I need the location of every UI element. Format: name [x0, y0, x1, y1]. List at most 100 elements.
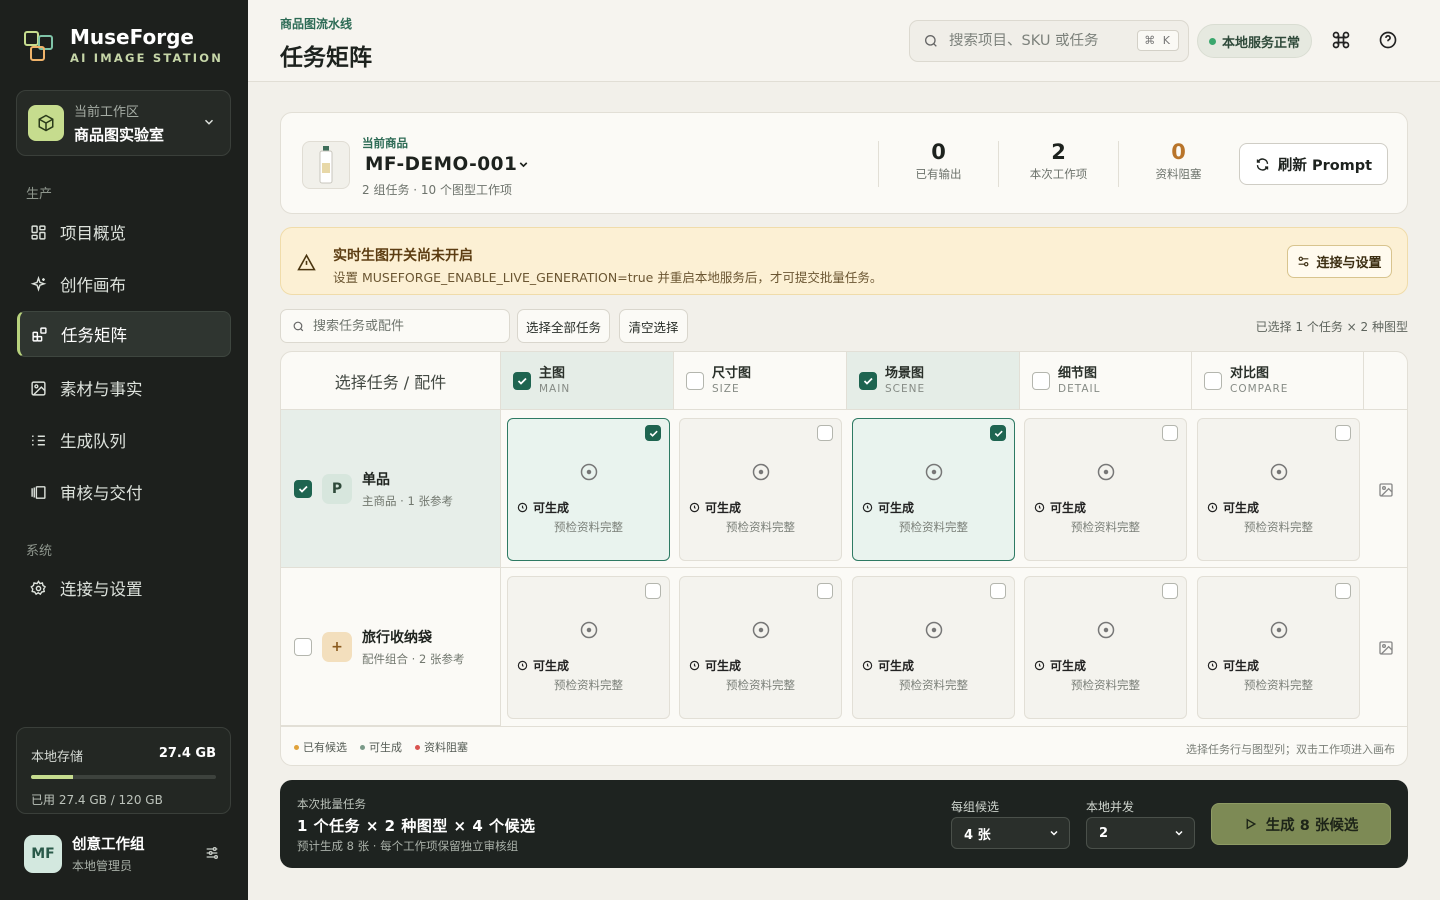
row-travel-bag[interactable]: + 旅行收纳袋 配件组合 · 2 张参考: [281, 568, 501, 726]
selection-summary: 已选择 1 个任务 × 2 种图型: [1255, 320, 1408, 334]
cell-checkbox[interactable]: [1162, 583, 1178, 599]
select-all-button[interactable]: 选择全部任务: [517, 309, 610, 343]
avatar: MF: [24, 834, 62, 873]
cell-checkbox[interactable]: [817, 425, 833, 441]
matrix-cell-scene[interactable]: 可生成 预检资料完整: [852, 418, 1015, 561]
user-profile[interactable]: MF 创意工作组 本地管理员: [24, 833, 145, 874]
target-icon: [925, 621, 943, 639]
user-role: 本地管理员: [72, 859, 133, 873]
cell-status-text: 可生成: [533, 659, 570, 673]
column-checkbox[interactable]: [1204, 371, 1222, 390]
workspace-switcher[interactable]: 当前工作区 商品图实验室: [16, 90, 231, 156]
cell-checkbox[interactable]: [1335, 425, 1351, 441]
storage-progress-fill: [31, 775, 74, 779]
nav-item-assets[interactable]: 素材与事实: [17, 365, 231, 411]
image-icon[interactable]: [1378, 482, 1394, 498]
column-checkbox[interactable]: [686, 371, 704, 390]
matrix-cell-detail[interactable]: 可生成 预检资料完整: [1024, 576, 1187, 719]
cell-checkbox[interactable]: [1162, 425, 1178, 441]
task-search-input[interactable]: [313, 318, 503, 334]
global-search[interactable]: ⌘ K: [909, 20, 1189, 62]
matrix-cell-main[interactable]: 可生成 预检资料完整: [507, 576, 670, 719]
nav-item-canvas[interactable]: 创作画布: [17, 261, 231, 307]
breadcrumb[interactable]: 商品图流水线: [280, 15, 352, 32]
nav-label: 任务矩阵: [61, 326, 127, 345]
column-subtitle: MAIN: [539, 383, 571, 395]
row-meta: 主商品 · 1 张参考: [362, 493, 453, 508]
gear-icon: [30, 579, 47, 595]
cell-checkbox[interactable]: [990, 425, 1006, 441]
column-compare[interactable]: 对比图 COMPARE: [1192, 352, 1364, 410]
command-icon[interactable]: [1331, 30, 1351, 50]
cell-note: 预检资料完整: [726, 520, 795, 534]
matrix-cell-scene[interactable]: 可生成 预检资料完整: [852, 576, 1015, 719]
matrix-cell-size[interactable]: 可生成预检资料完整: [679, 418, 842, 561]
clear-selection-button[interactable]: 清空选择: [619, 309, 688, 343]
column-checkbox[interactable]: [513, 371, 531, 390]
row-single-item[interactable]: P 单品 主商品 · 1 张参考: [281, 410, 501, 568]
sliders-icon[interactable]: [204, 845, 220, 861]
nav-item-overview[interactable]: 项目概览: [17, 209, 231, 255]
per-group-select[interactable]: 4 张: [951, 817, 1070, 849]
column-size[interactable]: 尺寸图 SIZE: [674, 352, 847, 410]
review-icon: [31, 485, 46, 499]
legend-item: 可生成: [360, 739, 402, 755]
sparkle-icon: [30, 275, 47, 292]
legend-label: 可生成: [369, 741, 402, 754]
refresh-prompt-button[interactable]: 刷新 Prompt: [1239, 143, 1388, 185]
nav-item-queue[interactable]: 生成队列: [17, 417, 231, 463]
product-selector[interactable]: MF-DEMO-001: [365, 154, 530, 175]
row-checkbox[interactable]: [294, 637, 312, 656]
cell-status-text: 可生成: [878, 659, 915, 673]
generate-button[interactable]: 生成 8 张候选: [1211, 803, 1391, 845]
connection-settings-button[interactable]: 连接与设置: [1287, 245, 1392, 278]
matrix-cell-compare[interactable]: 可生成 预检资料完整: [1197, 576, 1360, 719]
matrix-cell-main[interactable]: 可生成 预检资料完整: [507, 418, 670, 561]
target-icon: [1270, 621, 1288, 639]
logo-icon: [24, 29, 58, 63]
storage-progress: [31, 775, 216, 779]
cell-status-text: 可生成: [705, 501, 742, 515]
stat-label: 资料阻塞: [1155, 167, 1202, 181]
chevron-down-icon: [204, 119, 214, 125]
cell-checkbox[interactable]: [645, 583, 661, 599]
column-detail[interactable]: 细节图 DETAIL: [1020, 352, 1192, 410]
target-icon: [1097, 463, 1115, 481]
concurrency-select[interactable]: 2: [1086, 817, 1195, 849]
cell-checkbox[interactable]: [645, 425, 661, 441]
brand[interactable]: MuseForge AI IMAGE STATION: [24, 26, 223, 65]
cell-checkbox[interactable]: [817, 583, 833, 599]
service-status-text: 本地服务正常: [1221, 35, 1300, 51]
check-icon: [994, 430, 1003, 437]
batch-note: 预计生成 8 张 · 每个工作项保留独立审核组: [297, 839, 519, 853]
column-checkbox[interactable]: [859, 371, 877, 390]
column-title: 主图: [539, 366, 566, 381]
chevron-down-icon: [1050, 830, 1058, 836]
global-search-input[interactable]: [949, 33, 1129, 49]
target-icon: [1097, 621, 1115, 639]
matrix-cell-detail[interactable]: 可生成 预检资料完整: [1024, 418, 1187, 561]
clock-icon: [1207, 660, 1218, 671]
column-subtitle: SCENE: [885, 383, 926, 395]
task-search[interactable]: [280, 309, 510, 343]
image-icon[interactable]: [1378, 640, 1394, 656]
cell-status-text: 可生成: [533, 501, 570, 515]
matrix-cell-compare[interactable]: 可生成 预检资料完整: [1197, 418, 1360, 561]
nav-item-review[interactable]: 审核与交付: [17, 469, 231, 515]
column-scene[interactable]: 场景图 SCENE: [847, 352, 1020, 410]
stat-value: 2: [1051, 140, 1066, 164]
matrix-cell-size[interactable]: 可生成 预检资料完整: [679, 576, 842, 719]
per-group-value: 4 张: [964, 827, 991, 843]
column-checkbox[interactable]: [1032, 371, 1050, 390]
cell-status: 可生成: [689, 499, 741, 516]
help-icon[interactable]: [1378, 30, 1398, 50]
cell-checkbox[interactable]: [990, 583, 1006, 599]
column-main[interactable]: 主图 MAIN: [501, 352, 674, 410]
target-icon: [580, 463, 598, 481]
nav-item-task-matrix[interactable]: 任务矩阵: [17, 311, 231, 357]
row-checkbox[interactable]: [294, 479, 312, 498]
row-name: 单品: [362, 471, 390, 488]
cell-checkbox[interactable]: [1335, 583, 1351, 599]
column-title: 场景图: [885, 366, 925, 381]
nav-item-settings[interactable]: 连接与设置: [17, 565, 231, 611]
